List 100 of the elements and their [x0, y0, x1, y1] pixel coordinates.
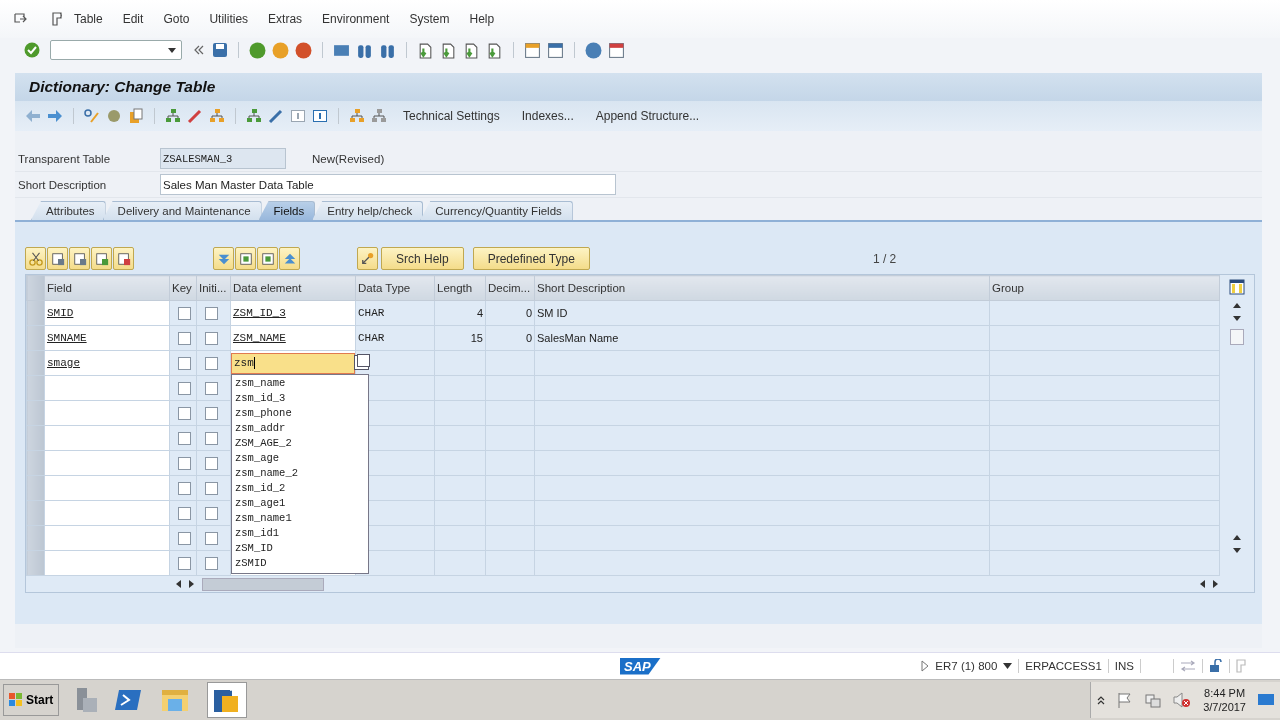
tab[interactable]: Delivery and Maintenance: [102, 201, 262, 220]
checkbox[interactable]: [178, 356, 191, 370]
new-session-icon[interactable]: [524, 41, 541, 59]
transfer-icon[interactable]: [1180, 660, 1196, 672]
checkbox[interactable]: [205, 506, 218, 520]
network-icon[interactable]: [1145, 692, 1162, 708]
tree-icon[interactable]: [246, 108, 262, 124]
column-header[interactable]: Short Description: [534, 275, 990, 301]
lock-icon[interactable]: [1209, 659, 1223, 673]
toolbar-button[interactable]: Srch Help: [381, 247, 464, 270]
play-icon[interactable]: [921, 660, 930, 672]
checkbox[interactable]: [178, 306, 191, 320]
toolbar-button[interactable]: Append Structure...: [589, 109, 706, 123]
tab[interactable]: Fields: [258, 201, 316, 220]
table-cell[interactable]: ZSM_ID_3: [233, 307, 286, 319]
suggestion-item[interactable]: zSM_ID: [235, 541, 368, 556]
delete-row-button[interactable]: [113, 247, 134, 270]
command-field[interactable]: [50, 40, 182, 60]
branch-icon[interactable]: [209, 108, 225, 124]
system-info[interactable]: ER7 (1) 800: [935, 660, 998, 672]
caret-down-icon[interactable]: [1003, 663, 1013, 669]
tab[interactable]: Entry help/check: [312, 201, 424, 220]
sort-up-button[interactable]: [279, 247, 300, 270]
checkbox[interactable]: [178, 431, 191, 445]
clock[interactable]: 8:44 PM 3/7/2017: [1203, 686, 1246, 714]
suggestion-item[interactable]: zsm_id_2: [235, 481, 368, 496]
insert-row-button[interactable]: [91, 247, 112, 270]
table-name-field[interactable]: ZSALESMAN_3: [160, 148, 286, 169]
checkbox[interactable]: [205, 556, 218, 570]
start-button[interactable]: Start: [3, 684, 60, 716]
tab[interactable]: Attributes: [31, 201, 106, 220]
select-all-cell[interactable]: [26, 275, 45, 301]
checkbox[interactable]: [178, 481, 191, 495]
column-header[interactable]: Decim...: [485, 275, 535, 301]
suggestion-item[interactable]: zsm_name: [235, 376, 368, 391]
system-menu-icon[interactable]: [14, 13, 28, 25]
cut-button[interactable]: [25, 247, 46, 270]
column-header[interactable]: Group: [989, 275, 1220, 301]
checkbox[interactable]: [178, 406, 191, 420]
checkbox[interactable]: [205, 356, 218, 370]
checkbox[interactable]: [178, 556, 191, 570]
checkbox[interactable]: [178, 456, 191, 470]
checkbox[interactable]: [205, 431, 218, 445]
checkbox[interactable]: [178, 531, 191, 545]
data-element-input[interactable]: zsm: [231, 352, 355, 374]
copy-button[interactable]: [47, 247, 68, 270]
menu-item[interactable]: Environment: [322, 12, 390, 26]
checkbox[interactable]: [205, 381, 218, 395]
suggestion-item[interactable]: zsm_age1: [235, 496, 368, 511]
column-settings-icon[interactable]: [1228, 279, 1245, 295]
flag-icon[interactable]: [1117, 692, 1134, 708]
sort-down-button[interactable]: [213, 247, 234, 270]
column-header[interactable]: Data Type: [355, 275, 435, 301]
save-icon[interactable]: [212, 42, 228, 58]
column-header[interactable]: Field: [44, 275, 170, 301]
first-page-icon[interactable]: [417, 41, 434, 59]
collapse-button[interactable]: [257, 247, 278, 270]
sap-logon-taskbar-button[interactable]: [207, 682, 248, 718]
muted-speaker-icon[interactable]: [1173, 692, 1192, 708]
hierarchy-icon[interactable]: [165, 108, 181, 124]
vertical-scrollbar[interactable]: [1228, 303, 1245, 553]
menu-item[interactable]: Table: [74, 12, 103, 26]
suggestion-item[interactable]: zsm_addr: [235, 421, 368, 436]
back-arrow-icon[interactable]: [25, 109, 41, 123]
table-cell[interactable]: SMNAME: [47, 332, 87, 344]
menu-item[interactable]: Extras: [268, 12, 303, 26]
paste-button[interactable]: [69, 247, 90, 270]
checkbox[interactable]: [178, 381, 191, 395]
expand-button[interactable]: [235, 247, 256, 270]
key-button[interactable]: [357, 247, 378, 270]
suggestion-item[interactable]: zsm_name_2: [235, 466, 368, 481]
value-help-icon[interactable]: [357, 354, 370, 367]
column-header[interactable]: Data element: [230, 275, 356, 301]
checkbox[interactable]: [178, 506, 191, 520]
frame-icon[interactable]: [290, 108, 306, 124]
suggestion-item[interactable]: zsm_age: [235, 451, 368, 466]
suggestion-item[interactable]: zsm_id1: [235, 526, 368, 541]
menu-item[interactable]: System: [409, 12, 450, 26]
menu-item[interactable]: Help: [469, 12, 495, 26]
show-desktop-icon[interactable]: [1258, 693, 1274, 707]
suggestion-item[interactable]: ZSM_AGE_2: [235, 436, 368, 451]
shortcut-icon[interactable]: [547, 41, 564, 59]
tab[interactable]: Currency/Quantity Fields: [420, 201, 573, 220]
chevron-up-icon[interactable]: [1097, 695, 1106, 705]
next-page-icon[interactable]: [463, 41, 480, 59]
toolbar-button[interactable]: Predefined Type: [472, 247, 590, 270]
checkbox[interactable]: [205, 456, 218, 470]
menu-item[interactable]: Goto: [163, 12, 190, 26]
suggestion-item[interactable]: zsm_name1: [235, 511, 368, 526]
collapse-chevron-button[interactable]: [194, 45, 204, 55]
table-cell[interactable]: SMID: [47, 307, 74, 319]
suggestion-item[interactable]: zsm_id_3: [235, 391, 368, 406]
last-page-icon[interactable]: [486, 41, 503, 59]
forward-arrow-icon[interactable]: [47, 109, 63, 123]
column-header[interactable]: Length: [434, 275, 486, 301]
column-header[interactable]: Initi...: [196, 275, 231, 301]
column-header[interactable]: Key: [169, 275, 197, 301]
checkbox[interactable]: [205, 481, 218, 495]
checkbox[interactable]: [205, 406, 218, 420]
suggestion-item[interactable]: zSMID: [235, 556, 368, 571]
